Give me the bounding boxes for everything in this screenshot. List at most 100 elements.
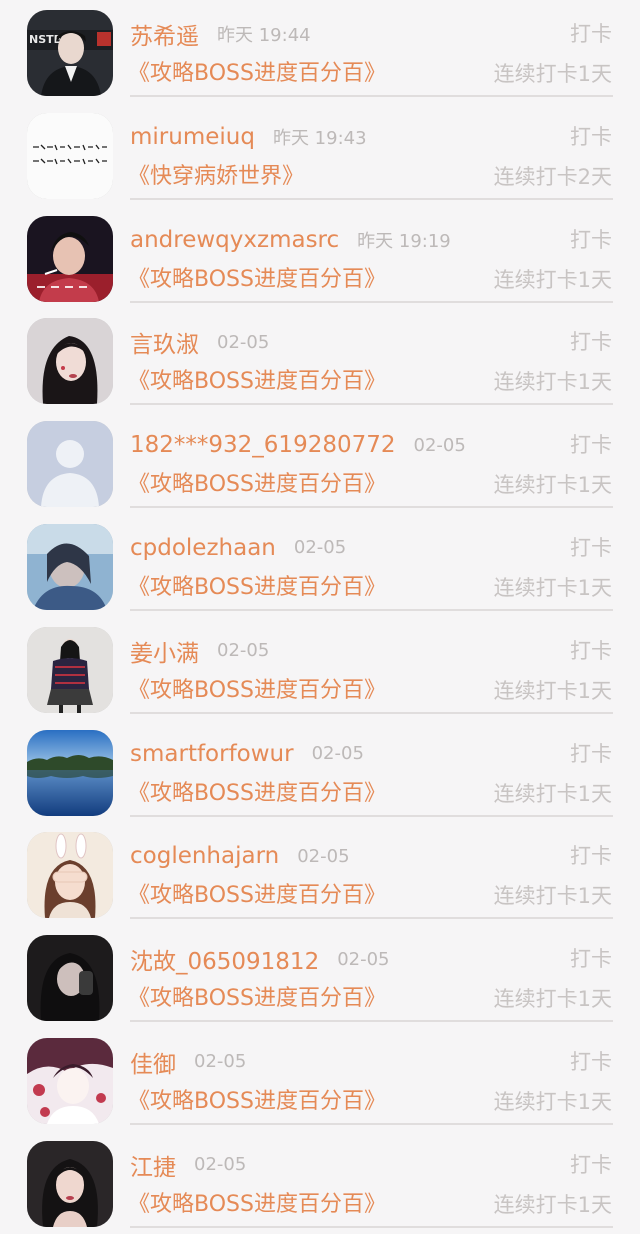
avatar[interactable] bbox=[27, 523, 113, 610]
name-line: 苏希遥 昨天 19:44 bbox=[130, 18, 311, 50]
divider bbox=[130, 506, 613, 509]
avatar[interactable] bbox=[27, 318, 113, 405]
book-title-link[interactable]: 《快穿病娇世界》 bbox=[128, 160, 304, 194]
list-item[interactable]: cpdolezhaan 02-05 打卡 《攻略BOSS进度百分百》 连续打卡1… bbox=[0, 514, 640, 617]
landscape-icon bbox=[27, 729, 113, 816]
list-item[interactable]: coglenhajarn 02-05 打卡 《攻略BOSS进度百分百》 连续打卡… bbox=[0, 822, 640, 925]
timestamp: 昨天 19:43 bbox=[272, 127, 367, 149]
user-name[interactable]: 江捷 bbox=[130, 1148, 176, 1182]
streak-label: 连续打卡1天 bbox=[493, 473, 612, 498]
checkin-label: 打卡 bbox=[570, 22, 612, 46]
user-name[interactable]: 言玖淑 bbox=[130, 325, 199, 359]
person-icon bbox=[27, 626, 113, 713]
divider bbox=[130, 608, 613, 611]
checkin-label: 打卡 bbox=[570, 330, 612, 355]
user-name[interactable]: mirumeiuq bbox=[130, 124, 255, 150]
timestamp: 昨天 19:44 bbox=[217, 25, 311, 46]
book-title-link[interactable]: 《攻略BOSS进度百分百》 bbox=[128, 674, 386, 708]
divider bbox=[130, 1020, 613, 1023]
divider bbox=[130, 403, 613, 406]
user-name[interactable]: coglenhajarn bbox=[130, 843, 279, 869]
avatar[interactable] bbox=[27, 626, 113, 713]
avatar[interactable] bbox=[27, 832, 113, 919]
name-line: mirumeiuq 昨天 19:43 bbox=[130, 121, 367, 153]
list-item[interactable]: 言玖淑 02-05 打卡 《攻略BOSS进度百分百》 连续打卡1天 bbox=[0, 308, 640, 411]
name-line: 姜小满 02-05 bbox=[130, 635, 269, 667]
streak-label: 连续打卡1天 bbox=[493, 987, 612, 1012]
avatar[interactable] bbox=[27, 1037, 113, 1124]
name-line: 江捷 02-05 bbox=[130, 1149, 246, 1181]
name-line: 沈故_065091812 02-05 bbox=[130, 942, 390, 976]
user-name[interactable]: 182***932_619280772 bbox=[130, 432, 396, 458]
avatar[interactable] bbox=[27, 1140, 113, 1227]
avatar[interactable] bbox=[27, 935, 113, 1022]
list-item[interactable]: mirumeiuq 昨天 19:43 打卡 《快穿病娇世界》 连续打卡2天 bbox=[0, 103, 640, 206]
list-item[interactable]: andrewqyxzmasrc 昨天 19:19 打卡 《攻略BOSS进度百分百… bbox=[0, 206, 640, 309]
person-icon bbox=[27, 1037, 113, 1124]
book-title-link[interactable]: 《攻略BOSS进度百分百》 bbox=[128, 879, 386, 913]
book-title-link[interactable]: 《攻略BOSS进度百分百》 bbox=[128, 468, 386, 502]
user-name[interactable]: smartforfowur bbox=[130, 741, 294, 767]
timestamp: 昨天 19:19 bbox=[357, 230, 451, 252]
timestamp: 02-05 bbox=[194, 1154, 247, 1176]
checkin-list: NSTEI 苏希遥 昨天 19:44 打卡 《攻略BOSS进度百分百》 连续打卡… bbox=[0, 0, 640, 1234]
divider bbox=[130, 197, 613, 200]
avatar[interactable] bbox=[27, 112, 113, 199]
person-icon bbox=[27, 318, 113, 405]
name-line: 佳御 02-05 bbox=[130, 1046, 246, 1078]
streak-label: 连续打卡1天 bbox=[493, 781, 612, 806]
book-title-link[interactable]: 《攻略BOSS进度百分百》 bbox=[128, 571, 386, 605]
checkin-label: 打卡 bbox=[570, 1152, 612, 1177]
streak-label: 连续打卡1天 bbox=[493, 62, 612, 86]
person-icon bbox=[27, 523, 113, 610]
user-name[interactable]: 姜小满 bbox=[130, 634, 199, 668]
user-name[interactable]: 佳御 bbox=[130, 1045, 176, 1079]
user-name[interactable]: andrewqyxzmasrc bbox=[130, 227, 339, 253]
divider bbox=[130, 711, 613, 714]
user-name[interactable]: 沈故_065091812 bbox=[130, 942, 319, 976]
book-title-link[interactable]: 《攻略BOSS进度百分百》 bbox=[128, 263, 386, 297]
avatar[interactable] bbox=[27, 215, 113, 302]
timestamp: 02-05 bbox=[194, 1051, 247, 1073]
user-name[interactable]: cpdolezhaan bbox=[130, 535, 276, 561]
name-line: 言玖淑 02-05 bbox=[130, 325, 269, 359]
list-item[interactable]: 江捷 02-05 打卡 《攻略BOSS进度百分百》 连续打卡1天 bbox=[0, 1131, 640, 1234]
list-item[interactable]: 182***932_619280772 02-05 打卡 《攻略BOSS进度百分… bbox=[0, 411, 640, 514]
checkin-label: 打卡 bbox=[570, 638, 612, 663]
list-item[interactable]: NSTEI 苏希遥 昨天 19:44 打卡 《攻略BOSS进度百分百》 连续打卡… bbox=[0, 0, 640, 103]
divider bbox=[130, 814, 613, 817]
book-title-link[interactable]: 《攻略BOSS进度百分百》 bbox=[128, 1188, 386, 1222]
list-item[interactable]: 佳御 02-05 打卡 《攻略BOSS进度百分百》 连续打卡1天 bbox=[0, 1028, 640, 1131]
avatar[interactable] bbox=[27, 729, 113, 816]
book-title-link[interactable]: 《攻略BOSS进度百分百》 bbox=[128, 57, 386, 91]
streak-label: 连续打卡1天 bbox=[493, 1192, 612, 1217]
checkin-label: 打卡 bbox=[570, 844, 612, 869]
book-title-link[interactable]: 《攻略BOSS进度百分百》 bbox=[128, 1085, 386, 1119]
person-icon bbox=[27, 1140, 113, 1227]
list-item[interactable]: smartforfowur 02-05 打卡 《攻略BOSS进度百分百》 连续打… bbox=[0, 720, 640, 823]
name-line: andrewqyxzmasrc 昨天 19:19 bbox=[130, 224, 451, 256]
streak-label: 连续打卡1天 bbox=[493, 678, 612, 703]
timestamp: 02-05 bbox=[413, 434, 466, 456]
timestamp: 02-05 bbox=[217, 640, 270, 662]
person-icon bbox=[27, 935, 113, 1022]
user-name[interactable]: 苏希遥 bbox=[130, 17, 199, 51]
list-item[interactable]: 姜小满 02-05 打卡 《攻略BOSS进度百分百》 连续打卡1天 bbox=[0, 617, 640, 720]
divider bbox=[130, 300, 613, 303]
timestamp: 02-05 bbox=[293, 537, 347, 559]
checkin-label: 打卡 bbox=[570, 535, 612, 560]
book-title-link[interactable]: 《攻略BOSS进度百分百》 bbox=[128, 777, 386, 811]
checkin-label: 打卡 bbox=[570, 227, 612, 252]
checkin-label: 打卡 bbox=[570, 433, 612, 458]
book-title-link[interactable]: 《攻略BOSS进度百分百》 bbox=[128, 982, 386, 1016]
list-item[interactable]: 沈故_065091812 02-05 打卡 《攻略BOSS进度百分百》 连续打卡… bbox=[0, 925, 640, 1028]
book-title-link[interactable]: 《攻略BOSS进度百分百》 bbox=[128, 365, 386, 399]
streak-label: 连续打卡1天 bbox=[493, 884, 612, 909]
checkin-label: 打卡 bbox=[570, 1049, 612, 1074]
streak-label: 连续打卡1天 bbox=[493, 575, 612, 600]
streak-label: 连续打卡1天 bbox=[493, 267, 612, 292]
divider bbox=[130, 1122, 613, 1125]
default-avatar-icon bbox=[27, 421, 113, 508]
avatar[interactable]: NSTEI bbox=[27, 10, 113, 96]
avatar[interactable] bbox=[27, 421, 113, 508]
